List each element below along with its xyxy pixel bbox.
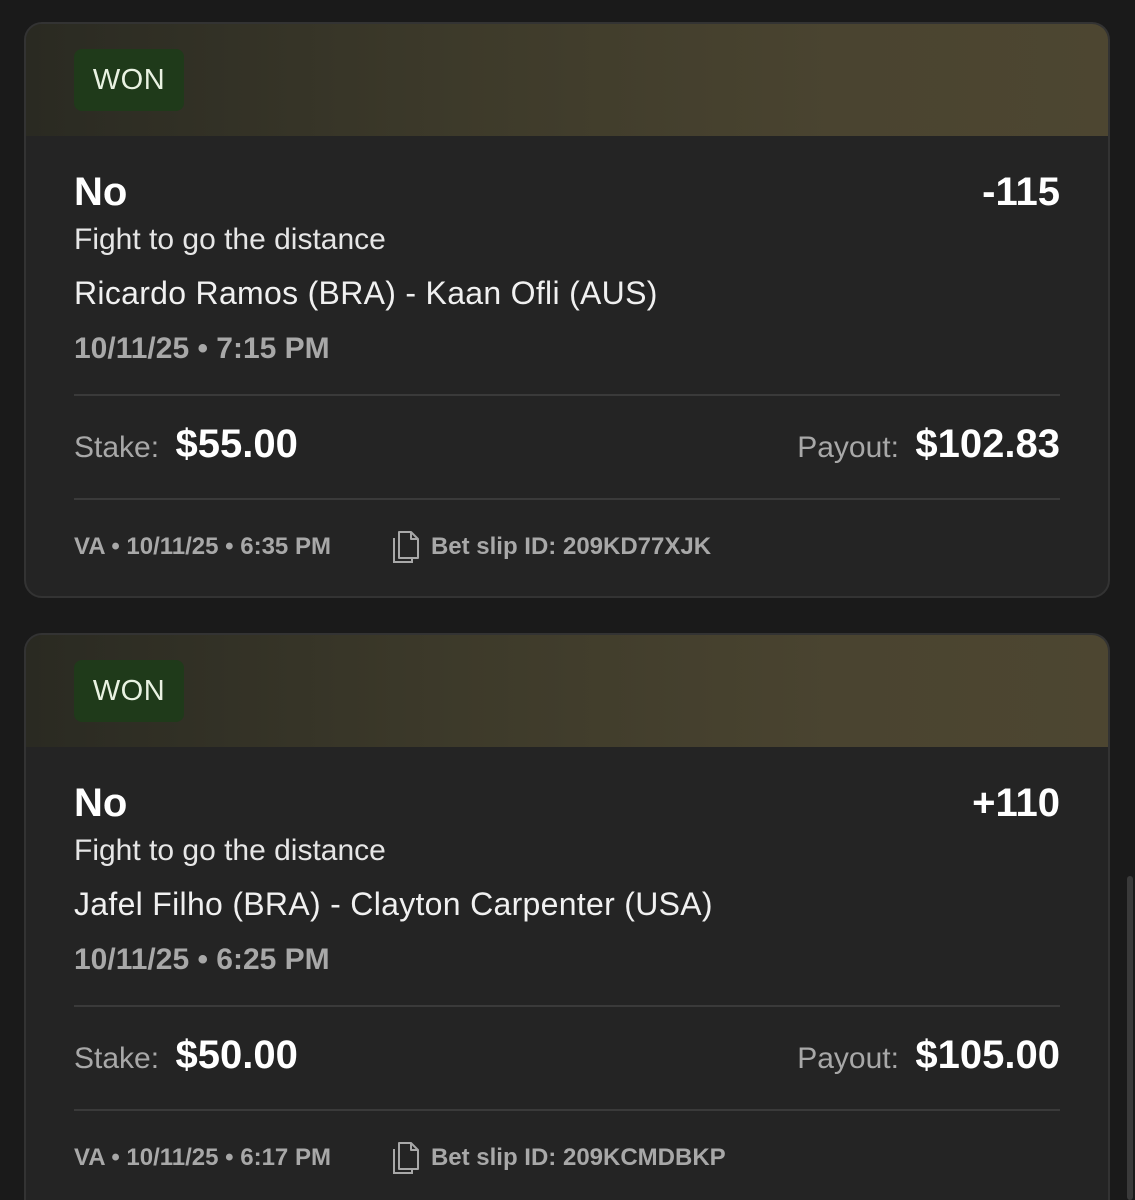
status-badge: WON	[74, 49, 184, 111]
event-start-time: 10/11/25 • 6:25 PM	[74, 943, 330, 976]
bet-slip-id[interactable]: Bet slip ID: 209KCMDBKP	[391, 1141, 726, 1175]
money-row: Stake: $55.00 Payout: $102.83	[74, 422, 1060, 472]
bet-card-header: WON	[26, 24, 1108, 136]
selection-row: No -115	[74, 170, 1060, 215]
bet-odds: -115	[982, 170, 1060, 214]
status-badge: WON	[74, 660, 184, 722]
placed-info: VA • 10/11/25 • 6:17 PM	[74, 1144, 331, 1171]
bet-card[interactable]: WON No -115 Fight to go the distance Ric…	[24, 22, 1110, 598]
bet-selection: No	[74, 170, 128, 214]
bet-market: Fight to go the distance	[74, 223, 386, 256]
stake: Stake: $50.00	[74, 1033, 298, 1078]
divider	[74, 498, 1060, 500]
bet-slip-id-text: Bet slip ID: 209KCMDBKP	[430, 1144, 726, 1171]
scrollbar[interactable]	[1127, 876, 1133, 1200]
stake-value: $55.00	[175, 422, 298, 466]
bet-slip-id-text: Bet slip ID: 209KD77XJK	[430, 533, 712, 560]
stake-label: Stake:	[74, 431, 160, 464]
payout: Payout: $102.83	[797, 422, 1060, 467]
document-copy-icon[interactable]	[391, 530, 421, 564]
placed-info: VA • 10/11/25 • 6:35 PM	[74, 533, 331, 560]
payout-value: $102.83	[915, 422, 1060, 466]
bet-market: Fight to go the distance	[74, 834, 386, 867]
payout-label: Payout:	[797, 1042, 899, 1075]
bet-meta-row: VA • 10/11/25 • 6:35 PM Bet slip ID: 209…	[74, 530, 1060, 564]
bet-event: Ricardo Ramos (BRA) - Kaan Ofli (AUS)	[74, 275, 658, 311]
bet-history-page: WON No -115 Fight to go the distance Ric…	[0, 0, 1135, 1200]
payout-value: $105.00	[915, 1033, 1060, 1077]
divider	[74, 394, 1060, 396]
bet-event: Jafel Filho (BRA) - Clayton Carpenter (U…	[74, 886, 713, 922]
bet-selection: No	[74, 781, 128, 825]
event-start-time: 10/11/25 • 7:15 PM	[74, 332, 330, 365]
bet-card-body: No +110 Fight to go the distance Jafel F…	[26, 781, 1108, 1175]
payout-label: Payout:	[797, 431, 899, 464]
bet-meta-row: VA • 10/11/25 • 6:17 PM Bet slip ID: 209…	[74, 1141, 1060, 1175]
stake-value: $50.00	[175, 1033, 298, 1077]
payout: Payout: $105.00	[797, 1033, 1060, 1078]
money-row: Stake: $50.00 Payout: $105.00	[74, 1033, 1060, 1083]
bet-card-body: No -115 Fight to go the distance Ricardo…	[26, 170, 1108, 564]
divider	[74, 1005, 1060, 1007]
bet-slip-id[interactable]: Bet slip ID: 209KD77XJK	[391, 530, 711, 564]
document-copy-icon[interactable]	[391, 1141, 421, 1175]
bet-card-header: WON	[26, 635, 1108, 747]
bet-odds: +110	[972, 781, 1060, 825]
selection-row: No +110	[74, 781, 1060, 826]
stake-label: Stake:	[74, 1042, 160, 1075]
divider	[74, 1109, 1060, 1111]
stake: Stake: $55.00	[74, 422, 298, 467]
bet-card[interactable]: WON No +110 Fight to go the distance Jaf…	[24, 633, 1110, 1200]
